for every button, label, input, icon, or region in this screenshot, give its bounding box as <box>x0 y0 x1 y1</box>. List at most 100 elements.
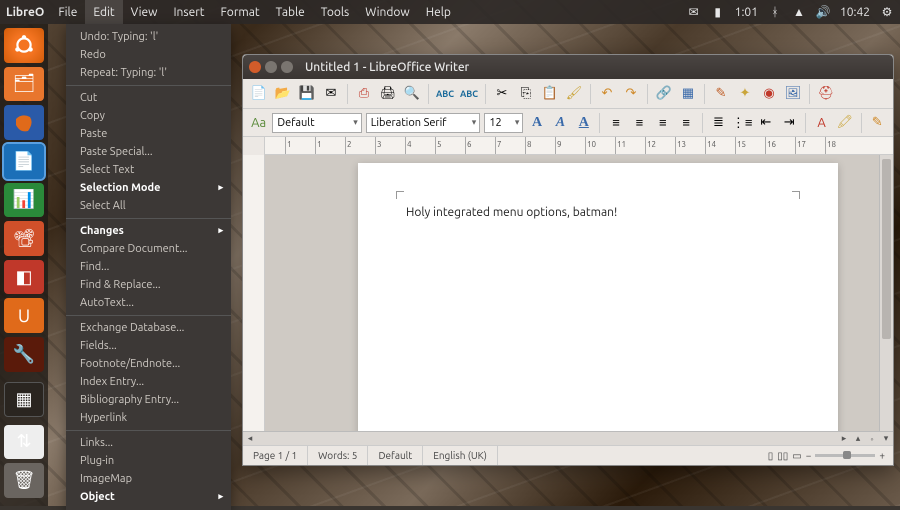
edit-menu-selection-mode[interactable]: Selection Mode <box>66 179 231 197</box>
window-titlebar[interactable]: Untitled 1 - LibreOffice Writer <box>243 55 893 79</box>
styles-icon[interactable]: Aa <box>249 113 268 133</box>
paragraph-style-combo[interactable]: Default <box>272 113 361 133</box>
vertical-ruler[interactable] <box>243 155 265 431</box>
zoom-out-icon[interactable]: − <box>806 450 812 461</box>
horizontal-scrollbar[interactable]: ◂ ▸ ▴ ◦ ▾ <box>243 431 893 445</box>
menu-insert[interactable]: Insert <box>165 0 212 24</box>
menu-view[interactable]: View <box>123 0 166 24</box>
redo-icon[interactable]: ↷ <box>621 84 641 104</box>
edit-menu-changes[interactable]: Changes <box>66 222 231 240</box>
launcher-files[interactable]: 🗂 <box>4 67 44 102</box>
mail-icon[interactable]: ✉ <box>687 5 701 19</box>
edit-menu-exchange-database[interactable]: Exchange Database... <box>66 319 231 337</box>
bluetooth-icon[interactable]: ᚼ <box>768 5 782 19</box>
session-gear-icon[interactable]: ⚙ <box>880 5 894 19</box>
edit-menu-repeat-typing-l[interactable]: Repeat: Typing: 'l' <box>66 64 231 82</box>
increase-indent-icon[interactable]: ⇥ <box>780 113 799 133</box>
edit-menu-hyperlink[interactable]: Hyperlink <box>66 409 231 427</box>
font-name-combo[interactable]: Liberation Serif <box>366 113 481 133</box>
auto-spellcheck-icon[interactable]: ABC <box>459 84 479 104</box>
hyperlink-icon[interactable]: 🔗 <box>654 84 674 104</box>
pdf-export-icon[interactable]: ⎙ <box>354 84 374 104</box>
status-insert-mode[interactable] <box>498 446 760 465</box>
scroll-left-icon[interactable]: ◂ <box>243 432 257 445</box>
status-words[interactable]: Words: 5 <box>308 446 368 465</box>
edit-menu-object[interactable]: Object <box>66 488 231 506</box>
menu-edit[interactable]: Edit <box>85 0 122 24</box>
edit-menu-autotext[interactable]: AutoText... <box>66 294 231 312</box>
vertical-scrollbar[interactable] <box>879 155 893 431</box>
bullet-list-icon[interactable]: ⋮≡ <box>732 113 752 133</box>
view-layout-single-icon[interactable]: ▯ <box>768 450 774 462</box>
launcher-firefox[interactable] <box>4 105 44 140</box>
find-replace-icon[interactable]: ✦ <box>735 84 755 104</box>
launcher-trash[interactable]: 🗑 <box>4 463 44 498</box>
edit-menu-find[interactable]: Find... <box>66 258 231 276</box>
window-close-button[interactable] <box>249 61 261 73</box>
cut-icon[interactable]: ✂ <box>492 84 512 104</box>
volume-icon[interactable]: 🔊 <box>816 5 830 19</box>
launcher-impress[interactable]: 📽 <box>4 221 44 256</box>
view-layout-book-icon[interactable]: ▭ <box>792 450 801 462</box>
edit-menu-copy[interactable]: Copy <box>66 107 231 125</box>
format-paintbrush-icon[interactable]: 🖌 <box>564 84 584 104</box>
battery-icon[interactable]: ▮ <box>711 5 725 19</box>
font-color-icon[interactable]: A <box>812 113 831 133</box>
edit-menu-plug-in[interactable]: Plug-in <box>66 452 231 470</box>
show-draw-functions-icon[interactable]: ✎ <box>711 84 731 104</box>
menu-table[interactable]: Table <box>268 0 313 24</box>
save-icon[interactable]: 💾 <box>297 84 317 104</box>
italic-icon[interactable]: A <box>551 113 570 133</box>
edit-menu-bibliography-entry[interactable]: Bibliography Entry... <box>66 391 231 409</box>
launcher-app[interactable]: ◧ <box>4 260 44 295</box>
scroll-right-icon[interactable]: ▸ <box>837 432 851 445</box>
edit-menu-paste-special[interactable]: Paste Special... <box>66 143 231 161</box>
numbered-list-icon[interactable]: ≣ <box>709 113 728 133</box>
nav-target-icon[interactable]: ◦ <box>865 432 879 445</box>
status-language[interactable]: English (UK) <box>423 446 498 465</box>
edit-menu-compare-document[interactable]: Compare Document... <box>66 240 231 258</box>
edit-menu-paste[interactable]: Paste <box>66 125 231 143</box>
paste-icon[interactable]: 📋 <box>540 84 560 104</box>
page-down-icon[interactable]: ▾ <box>879 432 893 445</box>
status-style[interactable]: Default <box>368 446 423 465</box>
horizontal-ruler[interactable]: 1123456789101112131415161718 <box>265 137 893 155</box>
page-up-icon[interactable]: ▴ <box>851 432 865 445</box>
launcher-ubuntu-one[interactable]: U <box>4 298 44 333</box>
window-maximize-button[interactable] <box>281 61 293 73</box>
launcher-usb-drive[interactable]: ⇅ <box>4 425 44 460</box>
edit-menu-imagemap[interactable]: ImageMap <box>66 470 231 488</box>
launcher-settings[interactable]: 🔧 <box>4 337 44 372</box>
window-minimize-button[interactable] <box>265 61 277 73</box>
undo-icon[interactable]: ↶ <box>597 84 617 104</box>
menu-format[interactable]: Format <box>213 0 268 24</box>
page-viewport[interactable]: Holy integrated menu options, batman! <box>265 155 879 431</box>
edit-menu-undo-typing-l[interactable]: Undo: Typing: 'l' <box>66 28 231 46</box>
help-icon[interactable]: ⛑ <box>816 84 836 104</box>
edit-menu-select-all[interactable]: Select All <box>66 197 231 215</box>
edit-menu-footnote-endnote[interactable]: Footnote/Endnote... <box>66 355 231 373</box>
view-layout-multi-icon[interactable]: ▯▯ <box>777 450 788 462</box>
align-left-icon[interactable]: ≡ <box>606 113 625 133</box>
table-icon[interactable]: ▦ <box>678 84 698 104</box>
align-justify-icon[interactable]: ≡ <box>677 113 696 133</box>
open-icon[interactable]: 📂 <box>273 84 293 104</box>
edit-menu-find-replace[interactable]: Find & Replace... <box>66 276 231 294</box>
document-page[interactable]: Holy integrated menu options, batman! <box>358 163 838 431</box>
scrollbar-thumb[interactable] <box>882 159 891 339</box>
new-doc-icon[interactable]: 📄 <box>249 84 269 104</box>
launcher-calc[interactable]: 📊 <box>4 183 44 218</box>
menu-help[interactable]: Help <box>418 0 459 24</box>
bold-icon[interactable]: A <box>527 113 546 133</box>
print-icon[interactable]: 🖨 <box>378 84 398 104</box>
align-right-icon[interactable]: ≡ <box>653 113 672 133</box>
zoom-in-icon[interactable]: + <box>879 450 885 461</box>
align-center-icon[interactable]: ≡ <box>630 113 649 133</box>
email-icon[interactable]: ✉ <box>321 84 341 104</box>
edit-menu-index-entry[interactable]: Index Entry... <box>66 373 231 391</box>
underline-icon[interactable]: A <box>574 113 593 133</box>
launcher-dash[interactable] <box>4 28 44 63</box>
edit-menu-cut[interactable]: Cut <box>66 89 231 107</box>
edit-menu-select-text[interactable]: Select Text <box>66 161 231 179</box>
zoom-slider[interactable] <box>815 454 875 457</box>
